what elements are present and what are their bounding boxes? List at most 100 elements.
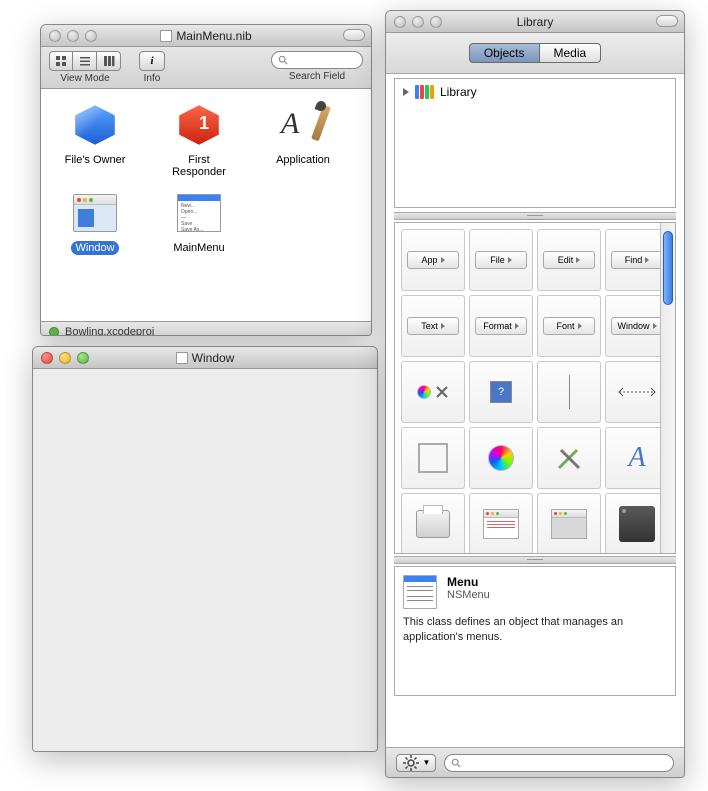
scrollbar-thumb[interactable] <box>663 231 673 305</box>
nib-item-label: First Responder <box>159 153 239 179</box>
gear-icon <box>402 754 420 772</box>
nib-title-text: MainMenu.nib <box>176 29 251 43</box>
object-item-custom-view[interactable] <box>401 427 465 489</box>
menu-icon: New...Open...—SaveSave As... <box>177 194 221 232</box>
info-title: Menu <box>447 575 490 589</box>
library-tabs: Objects Media <box>386 33 684 74</box>
traffic-lights <box>41 352 89 364</box>
submenu-arrow-icon <box>441 323 445 329</box>
nib-item-label: Window <box>71 241 118 255</box>
object-btn-label: Font <box>556 321 574 331</box>
window-window: Window <box>32 346 378 752</box>
viewmode-columns[interactable] <box>97 51 121 71</box>
object-item-submenu-app[interactable]: App <box>401 229 465 291</box>
tab-objects[interactable]: Objects <box>469 43 540 63</box>
viewmode-list[interactable] <box>73 51 97 71</box>
info-subtitle: NSMenu <box>447 589 490 601</box>
object-item-separator[interactable] <box>537 361 601 423</box>
zoom-icon[interactable] <box>85 30 97 42</box>
search-input[interactable] <box>271 51 363 69</box>
minimize-icon[interactable] <box>412 16 424 28</box>
viewmode-icons[interactable] <box>49 51 73 71</box>
nib-item-application[interactable]: A Application <box>263 99 343 179</box>
chevron-down-icon: ▼ <box>423 758 431 767</box>
library-window: Library Objects Media Library App File E… <box>385 10 685 778</box>
search-icon <box>451 758 461 768</box>
object-btn-label: Edit <box>558 255 574 265</box>
tab-media[interactable]: Media <box>540 43 602 63</box>
info-label: Info <box>144 73 161 84</box>
library-titlebar[interactable]: Library <box>386 11 684 33</box>
object-item-submenu-edit[interactable]: Edit <box>537 229 601 291</box>
traffic-lights <box>49 30 97 42</box>
separator-icon <box>569 375 570 409</box>
window-titlebar[interactable]: Window <box>33 347 377 369</box>
zoom-icon[interactable] <box>77 352 89 364</box>
object-item-customize-toolbar[interactable] <box>537 427 601 489</box>
minimize-icon[interactable] <box>59 352 71 364</box>
object-btn-label: Format <box>483 321 512 331</box>
object-btn-label: Text <box>421 321 438 331</box>
colorwheel-icon <box>488 445 514 471</box>
splitter-handle[interactable] <box>394 212 676 220</box>
toolbar-pill-icon[interactable] <box>343 29 365 41</box>
object-btn-label: App <box>421 255 437 265</box>
close-icon[interactable] <box>49 30 61 42</box>
object-item-submenu-text[interactable]: Text <box>401 295 465 357</box>
zoom-icon[interactable] <box>430 16 442 28</box>
library-info-area: Menu NSMenu This class defines an object… <box>394 566 676 696</box>
object-item-submenu-font[interactable]: Font <box>537 295 601 357</box>
nib-item-label: Application <box>272 153 334 167</box>
nib-toolbar: View Mode i Info Search Field <box>41 47 371 89</box>
window-icon <box>73 194 117 232</box>
info-menu-icon <box>403 575 437 609</box>
image-item-icon: ? <box>490 381 512 403</box>
object-btn-label: Window <box>617 321 649 331</box>
outline-root-row[interactable]: Library <box>403 85 667 99</box>
library-search-input[interactable] <box>444 754 674 772</box>
nib-item-label: File's Owner <box>61 153 130 167</box>
submenu-arrow-icon <box>441 257 445 263</box>
font-a-icon: A <box>628 442 645 474</box>
gear-menu-button[interactable]: ▼ <box>396 754 436 772</box>
object-grid-scrollbar[interactable] <box>660 223 675 553</box>
object-item-print[interactable] <box>401 493 465 553</box>
object-btn-label: File <box>490 255 505 265</box>
project-name: Bowling.xcodeproj <box>65 326 154 337</box>
viewmode-segmented[interactable] <box>49 51 121 71</box>
nib-item-label: MainMenu <box>169 241 228 255</box>
nib-titlebar[interactable]: MainMenu.nib <box>41 25 371 47</box>
info-description: This class defines an object that manage… <box>403 615 667 645</box>
minimize-icon[interactable] <box>67 30 79 42</box>
close-icon[interactable] <box>394 16 406 28</box>
object-item-color-well[interactable] <box>469 427 533 489</box>
object-item-submenu-file[interactable]: File <box>469 229 533 291</box>
application-icon: A <box>281 103 325 147</box>
object-item-submenu-format[interactable]: Format <box>469 295 533 357</box>
info-button[interactable]: i <box>139 51 165 71</box>
splitter-handle[interactable] <box>394 556 676 564</box>
drawer-icon <box>619 506 655 542</box>
object-item-image-toolbar-item[interactable]: ? <box>469 361 533 423</box>
object-item-panel-template[interactable] <box>537 493 601 553</box>
library-icon <box>415 85 434 99</box>
submenu-arrow-icon <box>653 323 657 329</box>
window-content <box>33 369 377 752</box>
hammer-screwdriver-icon <box>555 444 583 472</box>
nib-item-files-owner[interactable]: File's Owner <box>55 99 135 179</box>
nib-statusbar: Bowling.xcodeproj <box>41 321 371 336</box>
nib-item-window[interactable]: Window <box>55 187 135 255</box>
close-icon[interactable] <box>41 352 53 364</box>
nib-item-mainmenu[interactable]: New...Open...—SaveSave As... MainMenu <box>159 187 239 255</box>
object-item-toolbar[interactable] <box>401 361 465 423</box>
library-outline[interactable]: Library <box>394 78 676 208</box>
cube-icon <box>73 103 117 147</box>
outline-root-label: Library <box>440 85 477 99</box>
nib-item-first-responder[interactable]: 1 First Responder <box>159 99 239 179</box>
object-item-window-template[interactable] <box>469 493 533 553</box>
nib-file-icon <box>160 30 172 42</box>
window-template-icon <box>483 509 519 539</box>
toolbar-pill-icon[interactable] <box>656 15 678 27</box>
viewmode-group: View Mode <box>49 51 121 84</box>
disclosure-triangle-icon[interactable] <box>403 88 409 96</box>
